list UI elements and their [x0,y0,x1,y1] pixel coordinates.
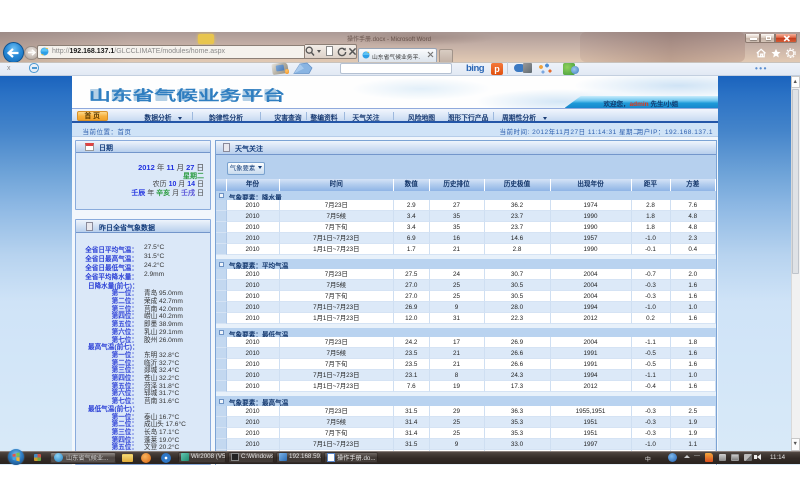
svg-text:山东省气候业务平台: 山东省气候业务平台 [89,87,285,103]
